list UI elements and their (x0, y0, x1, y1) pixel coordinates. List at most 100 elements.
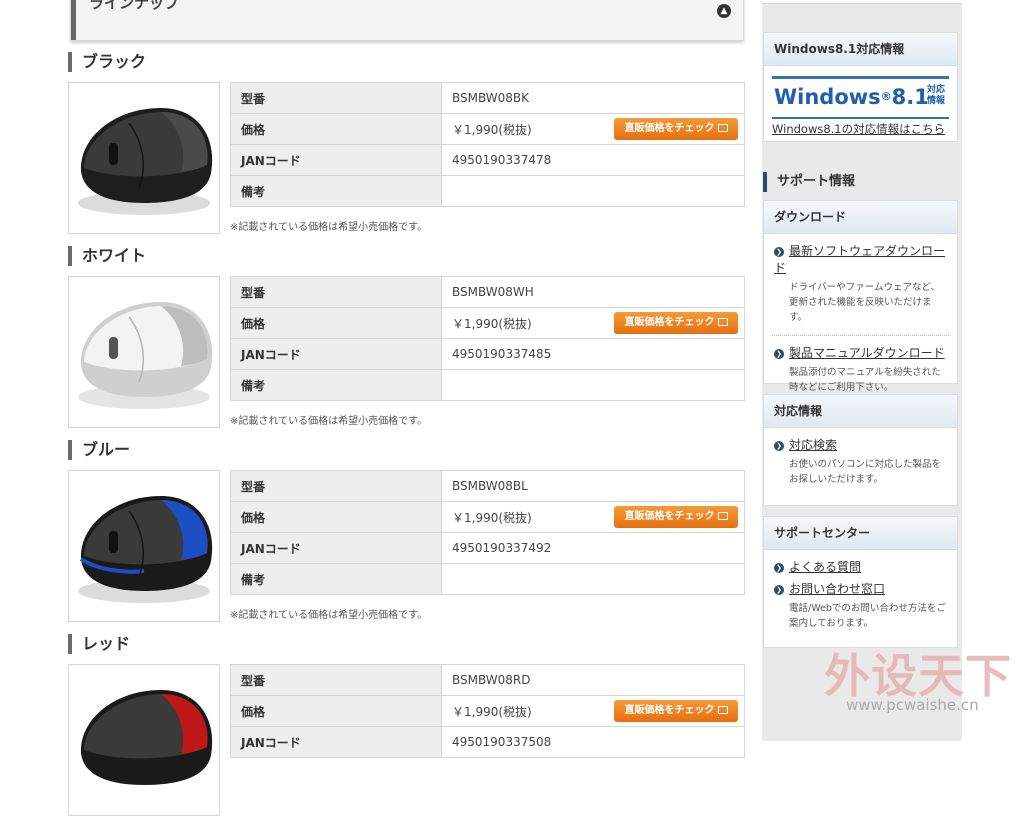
spec-label-model: 型番 (230, 664, 442, 696)
software-download-link[interactable]: ❯ 最新ソフトウェアダウンロード (774, 242, 949, 276)
spec-label-price: 価格 (230, 113, 442, 145)
spec-price-value: ￥1,990(税抜) (452, 704, 532, 719)
external-link-icon (717, 706, 728, 714)
spec-label-jan: JANコード (230, 532, 442, 564)
compat-search-label: 対応検索 (789, 438, 838, 452)
spec-label-model: 型番 (230, 470, 442, 502)
product-image-red (68, 664, 220, 816)
variant-title: ホワイト (68, 246, 146, 266)
spec-label-model: 型番 (230, 82, 442, 114)
external-link-icon (717, 124, 728, 132)
price-note: ※記載されている価格は希望小売価格です。 (230, 222, 428, 233)
windows-logo-text: Windows (774, 85, 881, 109)
support-center-links: ❯ よくある質問 ❯ お問い合わせ窓口 電話/Webでのお問い合わせ方法をご案内して… (764, 550, 957, 631)
spec-price-cell: ￥1,990(税抜) 直販価格をチェック (441, 307, 745, 339)
price-note: ※記載されている価格は希望小売価格です。 (230, 416, 428, 427)
support-center-heading: サポートセンター (764, 517, 957, 550)
spec-price-value: ￥1,990(税抜) (452, 122, 532, 137)
spec-jan-value: 4950190337478 (441, 144, 745, 176)
spec-jan-value: 4950190337508 (441, 726, 745, 758)
lineup-header[interactable]: ラインナップ ▲ (70, 0, 744, 41)
software-download-label: 最新ソフトウェアダウンロード (774, 244, 946, 275)
product-image-black (68, 82, 220, 234)
spec-label-price: 価格 (230, 695, 442, 727)
direct-price-button-label: 直販価格をチェック (624, 123, 715, 134)
compat-heading: 対応情報 (764, 395, 957, 428)
spec-label-price: 価格 (230, 307, 442, 339)
external-link-icon (717, 512, 728, 520)
spec-remarks-value (441, 175, 745, 207)
spec-jan-value: 4950190337485 (441, 338, 745, 370)
external-link-icon (717, 318, 728, 326)
variant-title: レッド (68, 634, 130, 654)
spec-table: 型番 BSMBW08BK 価格 ￥1,990(税抜) 直販価格をチェック JANコ… (230, 82, 745, 207)
faq-label: よくある質問 (789, 560, 862, 574)
windows-logo-taiou: 対応情報 (927, 85, 946, 106)
compat-search-link[interactable]: ❯ 対応検索 (774, 436, 949, 453)
windows-info-link[interactable]: Windows8.1の対応情報はこちら (772, 121, 949, 137)
spec-model-value: BSMBW08RD (441, 664, 745, 696)
spec-label-remarks: 備考 (230, 175, 442, 207)
watermark-url: www.pcwaishe.cn (846, 696, 979, 714)
spec-model-value: BSMBW08WH (441, 276, 745, 308)
price-note: ※記載されている価格は希望小売価格です。 (230, 610, 428, 621)
windows-8-1-logo[interactable]: Windows®8.1 対応情報 (772, 76, 949, 119)
contact-link[interactable]: ❯ お問い合わせ窓口 (774, 580, 949, 597)
variant-title: ブルー (68, 440, 130, 460)
spec-table: 型番 BSMBW08RD 価格 ￥1,990(税抜) 直販価格をチェック JANコ… (230, 664, 745, 758)
lineup-accent (71, 0, 76, 40)
chevron-right-icon: ❯ (774, 246, 784, 257)
spec-price-cell: ￥1,990(税抜) 直販価格をチェック (441, 695, 745, 727)
lineup-title: ラインナップ (89, 0, 180, 12)
support-center-box: サポートセンター ❯ よくある質問 ❯ お問い合わせ窓口 電話/Webでのお問い合わ… (763, 516, 958, 648)
registered-mark: ® (880, 90, 892, 103)
support-section-title: サポート情報 (763, 172, 855, 192)
variant-title: ブラック (68, 52, 146, 72)
windows-logo-version: 8.1 (891, 85, 929, 109)
download-heading: ダウンロード (764, 201, 957, 234)
compat-search-desc: お使いのパソコンに対応した製品をお探しいただけます。 (789, 459, 942, 485)
spec-remarks-value (441, 563, 745, 595)
spec-model-value: BSMBW08BL (441, 470, 745, 502)
product-image-blue (68, 470, 220, 622)
direct-price-button[interactable]: 直販価格をチェック (614, 312, 738, 334)
chevron-right-icon: ❯ (774, 440, 784, 451)
spec-price-cell: ￥1,990(税抜) 直販価格をチェック (441, 113, 745, 145)
faq-link[interactable]: ❯ よくある質問 (774, 558, 949, 575)
chevron-right-icon: ❯ (774, 584, 784, 595)
product-image-white (68, 276, 220, 428)
spec-label-remarks: 備考 (230, 563, 442, 595)
direct-price-button[interactable]: 直販価格をチェック (614, 118, 738, 140)
manual-download-desc: 製品添付のマニュアルを紛失された時などにご利用下さい。 (789, 367, 941, 393)
compat-item-search: ❯ 対応検索 お使いのパソコンに対応した製品をお探しいただけます。 (764, 428, 957, 487)
download-item-manual: ❯ 製品マニュアルダウンロード 製品添付のマニュアルを紛失された時などにご利用下さ… (764, 336, 957, 395)
spec-price-cell: ￥1,990(税抜) 直販価格をチェック (441, 501, 745, 533)
software-download-desc: ドライバーやファームウェアなど、更新された機能を反映いただけます。 (789, 282, 941, 323)
spec-label-model: 型番 (230, 276, 442, 308)
manual-download-label: 製品マニュアルダウンロード (789, 346, 945, 360)
support-center-desc: 電話/Webでのお問い合わせ方法をご案内しております。 (789, 603, 946, 629)
spec-table: 型番 BSMBW08WH 価格 ￥1,990(税抜) 直販価格をチェック JANコ… (230, 276, 745, 401)
direct-price-button-label: 直販価格をチェック (624, 511, 715, 522)
direct-price-button[interactable]: 直販価格をチェック (614, 506, 738, 528)
download-item-software: ❯ 最新ソフトウェアダウンロード ドライバーやファームウェアなど、更新された機能を… (764, 234, 957, 325)
watermark: 外设天下 www.pcwaishe.cn (824, 640, 1019, 720)
direct-price-button-label: 直販価格をチェック (624, 317, 715, 328)
spec-label-jan: JANコード (230, 144, 442, 176)
spec-model-value: BSMBW08BK (441, 82, 745, 114)
spec-jan-value: 4950190337492 (441, 532, 745, 564)
windows-info-heading: Windows8.1対応情報 (764, 33, 957, 66)
spec-table: 型番 BSMBW08BL 価格 ￥1,990(税抜) 直販価格をチェック JANコ… (230, 470, 745, 595)
chevron-right-icon: ❯ (774, 348, 784, 359)
sidebar: Windows8.1対応情報 Windows®8.1 対応情報 Windows8… (762, 0, 962, 741)
spec-price-value: ￥1,990(税抜) (452, 510, 532, 525)
sidebar-top-divider (762, 0, 962, 4)
spec-label-remarks: 備考 (230, 369, 442, 401)
manual-download-link[interactable]: ❯ 製品マニュアルダウンロード (774, 344, 949, 361)
direct-price-button[interactable]: 直販価格をチェック (614, 700, 738, 722)
download-box: ダウンロード ❯ 最新ソフトウェアダウンロード ドライバーやファームウェアなど、更… (763, 200, 958, 393)
collapse-icon[interactable]: ▲ (717, 4, 731, 18)
spec-label-price: 価格 (230, 501, 442, 533)
chevron-right-icon: ❯ (774, 562, 784, 573)
direct-price-button-label: 直販価格をチェック (624, 705, 715, 716)
